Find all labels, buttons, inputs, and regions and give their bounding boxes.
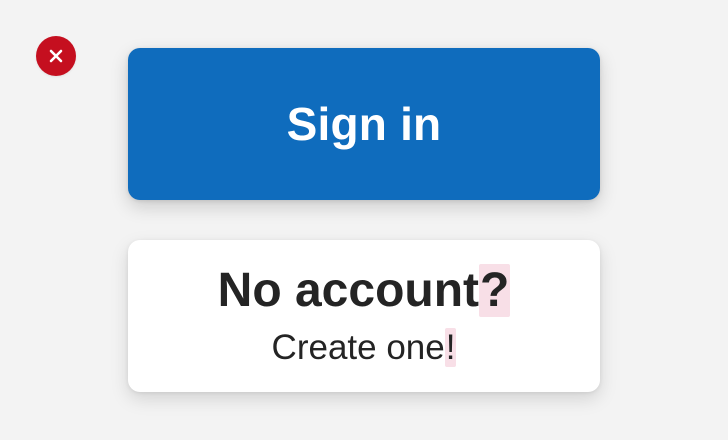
create-one-exclamation: ! (444, 328, 457, 367)
no-account-question-mark: ? (479, 264, 511, 317)
create-one-text: Create one (271, 328, 445, 367)
create-one-label: Create one! (128, 326, 600, 370)
no-account-heading: No account? (128, 263, 600, 319)
sign-in-button[interactable]: Sign in (128, 48, 600, 200)
error-x-icon (36, 36, 76, 76)
auth-screen: Sign in No account? Create one! (0, 0, 728, 440)
no-account-text: No account (217, 264, 480, 317)
create-account-button[interactable]: No account? Create one! (128, 240, 600, 392)
